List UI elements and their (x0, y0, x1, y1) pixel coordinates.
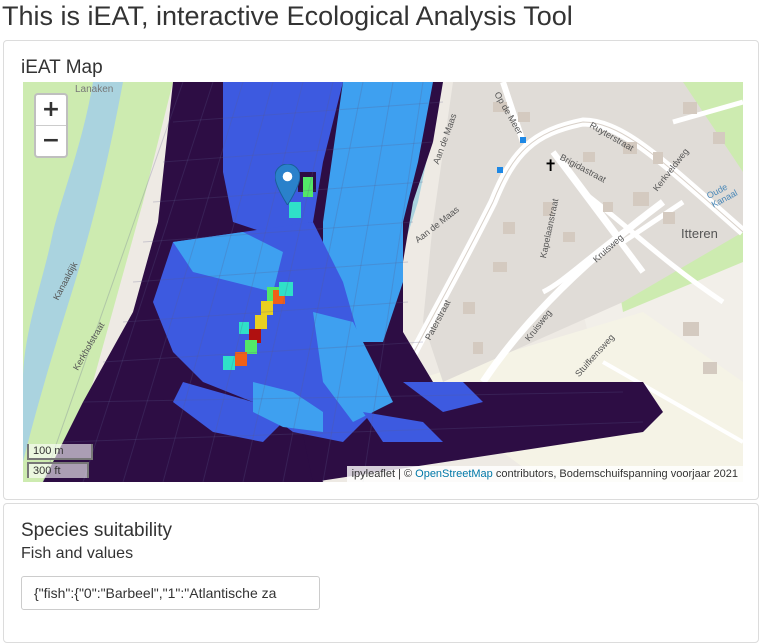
church-cross-icon: ✝ (544, 156, 558, 175)
label-lanaken: Lanaken (75, 84, 114, 95)
zoom-out-button[interactable]: − (36, 126, 66, 156)
osm-link[interactable]: OpenStreetMap (415, 468, 493, 480)
species-panel: Species suitability Fish and values (3, 503, 759, 643)
fish-values-input[interactable] (21, 576, 320, 610)
fish-values-label: Fish and values (21, 545, 134, 562)
map-attribution: ipyleaflet | © OpenStreetMap contributor… (346, 466, 743, 482)
map-panel-heading: iEAT Map (21, 57, 103, 78)
page-title: This is iEAT, interactive Ecological Ana… (2, 1, 573, 31)
scale-metric: 100 m (27, 444, 93, 460)
map-tiles (23, 82, 743, 482)
map-view[interactable]: Lanaken Kanaaldijk Kerkhofstraat Aan de … (23, 82, 743, 482)
attribution-prefix: ipyleaflet | © (351, 468, 416, 480)
label-itteren: Itteren (681, 226, 718, 241)
zoom-control: + − (34, 93, 68, 158)
species-panel-heading: Species suitability (21, 520, 173, 541)
zoom-in-button[interactable]: + (36, 95, 66, 126)
scale-bar: 100 m 300 ft (27, 444, 93, 478)
attribution-suffix: contributors, Bodemschuifspanning voorja… (492, 468, 738, 480)
map-panel: iEAT Map Lanaken Kanaaldijk Kerkhofstraa… (3, 40, 759, 500)
scale-imperial: 300 ft (27, 462, 89, 478)
